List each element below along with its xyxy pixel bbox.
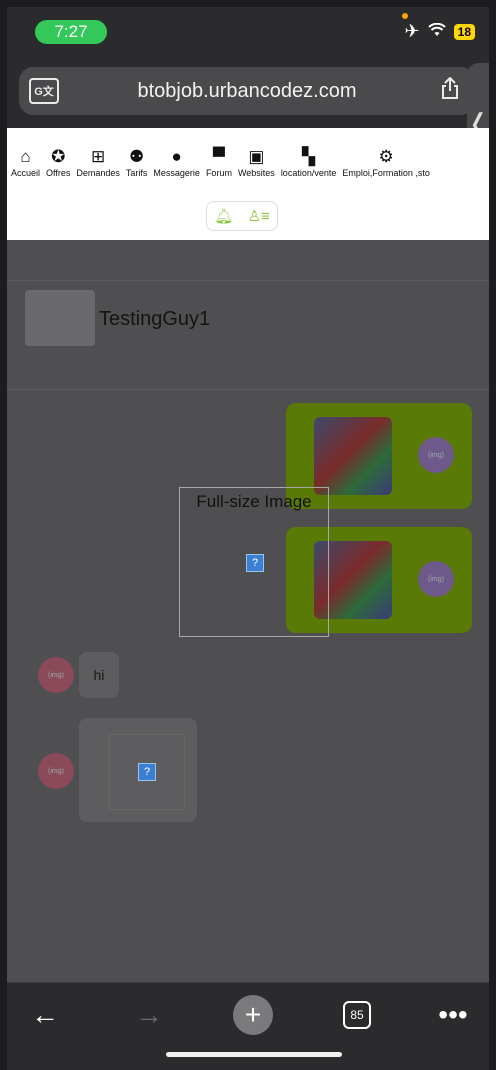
status-bar: 7:27 ✈ 18: [7, 7, 489, 57]
notification-box: 🔔︎ ♙≡: [206, 201, 278, 231]
nav-label: Forum: [205, 168, 232, 178]
nav-label: Websites: [237, 168, 275, 178]
offer-badge-icon: ✪: [51, 147, 66, 166]
more-dots-icon: •••: [438, 999, 468, 1030]
clock: 7:27: [35, 20, 107, 44]
full-size-image-modal[interactable]: Full-size Image ?: [179, 487, 329, 637]
nav-item-messagerie[interactable]: ● Messagerie: [153, 146, 200, 178]
modal-title: Full-size Image: [196, 492, 312, 511]
new-tab-button[interactable]: +: [231, 995, 275, 1035]
message-image[interactable]: [314, 417, 392, 495]
status-icons: ✈ 18: [405, 21, 475, 42]
nav-item-emploi-formation[interactable]: ⚙ Emploi,Formation ,sto: [342, 146, 430, 178]
airplane-icon: ✈: [404, 21, 420, 41]
site-navigation: ⌂ Accueil ✪ Offres ⊞ Demandes ⚉ Tarifs ● Mess…: [7, 128, 489, 240]
contact-banner-image: [25, 290, 95, 346]
nav-item-demandes[interactable]: ⊞ Demandes: [76, 146, 120, 178]
user-plus-icon: ⚉: [129, 147, 145, 166]
contact-name: TestingGuy1: [99, 308, 211, 330]
nav-label: location/vente: [280, 168, 337, 178]
user-list-icon[interactable]: ♙≡: [248, 207, 270, 225]
tabs-button[interactable]: 85: [335, 997, 379, 1033]
back-button[interactable]: ←: [23, 997, 67, 1033]
url-text[interactable]: btobjob.urbancodez.com: [59, 80, 435, 103]
nav-label: Demandes: [76, 168, 120, 178]
received-message: hi: [79, 652, 119, 698]
arrow-right-icon: →: [135, 999, 163, 1030]
nav-label: Emploi,Formation ,sto: [342, 168, 430, 178]
avatar: (img): [38, 753, 74, 789]
home-icon: ⌂: [20, 147, 31, 166]
home-indicator[interactable]: [166, 1052, 342, 1057]
more-button[interactable]: •••: [431, 997, 475, 1033]
message-icon: ●: [171, 147, 182, 166]
translate-icon[interactable]: G文: [29, 78, 59, 104]
nav-item-offres[interactable]: ✪ Offres: [46, 146, 70, 178]
nav-label: Accueil: [11, 168, 41, 178]
wifi-icon: [427, 21, 446, 42]
website-icon: ▣: [248, 147, 265, 166]
nav-item-accueil[interactable]: ⌂ Accueil: [11, 146, 40, 178]
broken-image-icon: ?: [138, 763, 156, 781]
gears-icon: ⚙: [378, 147, 394, 166]
received-image-message[interactable]: ?: [79, 718, 197, 822]
avatar: (img): [418, 437, 454, 473]
nav-item-tarifs[interactable]: ⚉ Tarifs: [126, 146, 148, 178]
forward-button[interactable]: →: [127, 997, 171, 1033]
message-text: hi: [93, 667, 105, 683]
nav-label: Tarifs: [125, 168, 148, 178]
nav-item-websites[interactable]: ▣ Websites: [238, 146, 275, 178]
avatar: (img): [418, 561, 454, 597]
share-icon[interactable]: [435, 76, 465, 105]
nav-label: Messagerie: [153, 168, 200, 178]
grid-icon: ▚: [302, 147, 316, 166]
tab-count: 85: [343, 1001, 371, 1029]
privacy-indicator-dot: [402, 13, 408, 19]
avatar: (img): [38, 657, 74, 693]
broken-image-icon[interactable]: ?: [246, 554, 264, 572]
nav-item-location-vente[interactable]: ▚ location/vente: [281, 146, 337, 178]
nav-label: Offres: [46, 168, 71, 178]
phone-screen: 7:27 ✈ 18 G文 btobjob.urbancodez.com ❬ ⌂ A…: [7, 7, 489, 1070]
plus-icon: +: [233, 995, 273, 1035]
arrow-left-icon: ←: [31, 999, 59, 1030]
request-plus-icon: ⊞: [91, 147, 106, 166]
nav-item-forum[interactable]: ▀ Forum: [206, 146, 232, 178]
address-bar[interactable]: G文 btobjob.urbancodez.com: [19, 67, 475, 115]
battery-icon: 18: [453, 23, 475, 40]
broken-image[interactable]: ?: [109, 734, 185, 810]
bell-icon[interactable]: 🔔︎: [214, 207, 233, 225]
forum-icon: ▀: [212, 147, 225, 166]
